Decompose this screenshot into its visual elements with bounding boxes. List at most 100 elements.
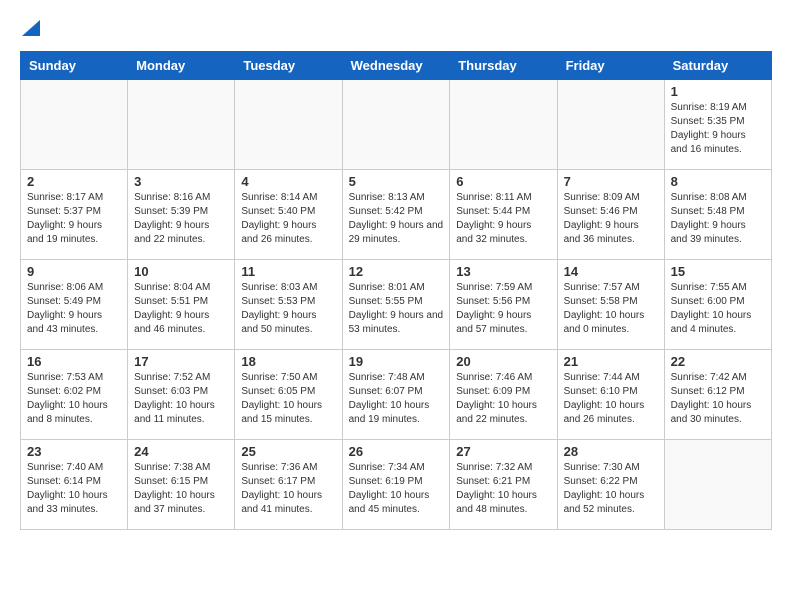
col-header-friday: Friday [557, 52, 664, 80]
calendar-cell: 4 Sunrise: 8:14 AM Sunset: 5:40 PM Daylig… [235, 170, 342, 260]
calendar-cell: 27 Sunrise: 7:32 AM Sunset: 6:21 PM Dayli… [450, 440, 557, 530]
day-info: Sunrise: 7:57 AM Sunset: 5:58 PM Dayligh… [564, 281, 658, 337]
day-info: Sunrise: 7:46 AM Sunset: 6:09 PM Dayligh… [456, 371, 550, 427]
day-number: 23 [27, 444, 121, 459]
calendar-cell [235, 80, 342, 170]
week-row-2: 2 Sunrise: 8:17 AM Sunset: 5:37 PM Daylig… [21, 170, 772, 260]
day-number: 19 [349, 354, 444, 369]
day-number: 10 [134, 264, 228, 279]
day-info: Sunrise: 8:09 AM Sunset: 5:46 PM Dayligh… [564, 191, 658, 247]
calendar-table: SundayMondayTuesdayWednesdayThursdayFrid… [20, 51, 772, 530]
logo-triangle-icon [22, 20, 40, 36]
day-info: Sunrise: 7:50 AM Sunset: 6:05 PM Dayligh… [241, 371, 335, 427]
day-number: 22 [671, 354, 765, 369]
day-info: Sunrise: 8:08 AM Sunset: 5:48 PM Dayligh… [671, 191, 765, 247]
calendar-cell: 5 Sunrise: 8:13 AM Sunset: 5:42 PM Daylig… [342, 170, 450, 260]
day-number: 21 [564, 354, 658, 369]
day-number: 7 [564, 174, 658, 189]
day-number: 9 [27, 264, 121, 279]
day-number: 16 [27, 354, 121, 369]
day-number: 28 [564, 444, 658, 459]
week-row-4: 16 Sunrise: 7:53 AM Sunset: 6:02 PM Dayli… [21, 350, 772, 440]
day-number: 17 [134, 354, 228, 369]
day-number: 4 [241, 174, 335, 189]
col-header-thursday: Thursday [450, 52, 557, 80]
day-number: 14 [564, 264, 658, 279]
calendar-cell [342, 80, 450, 170]
calendar-cell: 24 Sunrise: 7:38 AM Sunset: 6:15 PM Dayli… [128, 440, 235, 530]
day-info: Sunrise: 7:52 AM Sunset: 6:03 PM Dayligh… [134, 371, 228, 427]
day-number: 8 [671, 174, 765, 189]
day-number: 15 [671, 264, 765, 279]
calendar-cell: 13 Sunrise: 7:59 AM Sunset: 5:56 PM Dayli… [450, 260, 557, 350]
calendar-cell: 1 Sunrise: 8:19 AM Sunset: 5:35 PM Daylig… [664, 80, 771, 170]
calendar-cell: 25Sunrise: 7:36 AM Sunset: 6:17 PM Dayli… [235, 440, 342, 530]
calendar-cell [21, 80, 128, 170]
col-header-tuesday: Tuesday [235, 52, 342, 80]
day-number: 6 [456, 174, 550, 189]
day-info: Sunrise: 7:38 AM Sunset: 6:15 PM Dayligh… [134, 461, 228, 517]
day-number: 18 [241, 354, 335, 369]
day-info: Sunrise: 7:59 AM Sunset: 5:56 PM Dayligh… [456, 281, 550, 337]
calendar-cell: 3 Sunrise: 8:16 AM Sunset: 5:39 PM Daylig… [128, 170, 235, 260]
day-number: 2 [27, 174, 121, 189]
col-header-monday: Monday [128, 52, 235, 80]
day-info: Sunrise: 7:48 AM Sunset: 6:07 PM Dayligh… [349, 371, 444, 427]
calendar-cell: 9 Sunrise: 8:06 AM Sunset: 5:49 PM Daylig… [21, 260, 128, 350]
day-info: Sunrise: 8:04 AM Sunset: 5:51 PM Dayligh… [134, 281, 228, 337]
calendar-cell: 20 Sunrise: 7:46 AM Sunset: 6:09 PM Dayli… [450, 350, 557, 440]
calendar-cell: 21 Sunrise: 7:44 AM Sunset: 6:10 PM Dayli… [557, 350, 664, 440]
day-info: Sunrise: 8:06 AM Sunset: 5:49 PM Dayligh… [27, 281, 121, 337]
day-info: Sunrise: 8:16 AM Sunset: 5:39 PM Dayligh… [134, 191, 228, 247]
col-header-wednesday: Wednesday [342, 52, 450, 80]
day-info: Sunrise: 7:34 AM Sunset: 6:19 PM Dayligh… [349, 461, 444, 517]
calendar-cell: 22 Sunrise: 7:42 AM Sunset: 6:12 PM Dayli… [664, 350, 771, 440]
day-info: Sunrise: 8:19 AM Sunset: 5:35 PM Dayligh… [671, 101, 765, 157]
calendar-header-row: SundayMondayTuesdayWednesdayThursdayFrid… [21, 52, 772, 80]
day-info: Sunrise: 8:03 AM Sunset: 5:53 PM Dayligh… [241, 281, 335, 337]
day-info: Sunrise: 8:14 AM Sunset: 5:40 PM Dayligh… [241, 191, 335, 247]
calendar-cell: 23 Sunrise: 7:40 AM Sunset: 6:14 PM Dayli… [21, 440, 128, 530]
page-header [20, 20, 772, 41]
day-info: Sunrise: 8:17 AM Sunset: 5:37 PM Dayligh… [27, 191, 121, 247]
calendar-cell: 17 Sunrise: 7:52 AM Sunset: 6:03 PM Dayli… [128, 350, 235, 440]
week-row-3: 9 Sunrise: 8:06 AM Sunset: 5:49 PM Daylig… [21, 260, 772, 350]
day-number: 11 [241, 264, 335, 279]
day-number: 24 [134, 444, 228, 459]
day-number: 5 [349, 174, 444, 189]
day-number: 27 [456, 444, 550, 459]
calendar-cell: 6 Sunrise: 8:11 AM Sunset: 5:44 PM Daylig… [450, 170, 557, 260]
day-info: Sunrise: 7:55 AM Sunset: 6:00 PM Dayligh… [671, 281, 765, 337]
day-info: Sunrise: 8:11 AM Sunset: 5:44 PM Dayligh… [456, 191, 550, 247]
calendar-cell: 14 Sunrise: 7:57 AM Sunset: 5:58 PM Dayli… [557, 260, 664, 350]
calendar-cell: 19 Sunrise: 7:48 AM Sunset: 6:07 PM Dayli… [342, 350, 450, 440]
col-header-saturday: Saturday [664, 52, 771, 80]
day-info: Sunrise: 8:13 AM Sunset: 5:42 PM Dayligh… [349, 191, 444, 247]
calendar-cell: 26 Sunrise: 7:34 AM Sunset: 6:19 PM Dayli… [342, 440, 450, 530]
col-header-sunday: Sunday [21, 52, 128, 80]
day-info: Sunrise: 7:53 AM Sunset: 6:02 PM Dayligh… [27, 371, 121, 427]
day-number: 25 [241, 444, 335, 459]
calendar-cell: 10 Sunrise: 8:04 AM Sunset: 5:51 PM Dayli… [128, 260, 235, 350]
day-number: 26 [349, 444, 444, 459]
day-info: Sunrise: 7:40 AM Sunset: 6:14 PM Dayligh… [27, 461, 121, 517]
calendar-cell: 11 Sunrise: 8:03 AM Sunset: 5:53 PM Dayli… [235, 260, 342, 350]
day-number: 3 [134, 174, 228, 189]
day-info: Sunrise: 7:30 AM Sunset: 6:22 PM Dayligh… [564, 461, 658, 517]
week-row-1: 1 Sunrise: 8:19 AM Sunset: 5:35 PM Daylig… [21, 80, 772, 170]
calendar-cell: 8 Sunrise: 8:08 AM Sunset: 5:48 PM Daylig… [664, 170, 771, 260]
calendar-cell: 16 Sunrise: 7:53 AM Sunset: 6:02 PM Dayli… [21, 350, 128, 440]
calendar-cell: 12Sunrise: 8:01 AM Sunset: 5:55 PM Dayli… [342, 260, 450, 350]
calendar-cell [128, 80, 235, 170]
calendar-cell [557, 80, 664, 170]
logo [20, 20, 40, 41]
calendar-cell: 7 Sunrise: 8:09 AM Sunset: 5:46 PM Daylig… [557, 170, 664, 260]
day-info: Sunrise: 7:44 AM Sunset: 6:10 PM Dayligh… [564, 371, 658, 427]
day-info: Sunrise: 7:32 AM Sunset: 6:21 PM Dayligh… [456, 461, 550, 517]
day-info: Sunrise: 7:42 AM Sunset: 6:12 PM Dayligh… [671, 371, 765, 427]
day-number: 20 [456, 354, 550, 369]
calendar-cell [664, 440, 771, 530]
day-number: 1 [671, 84, 765, 99]
calendar-cell: 2 Sunrise: 8:17 AM Sunset: 5:37 PM Daylig… [21, 170, 128, 260]
day-number: 13 [456, 264, 550, 279]
